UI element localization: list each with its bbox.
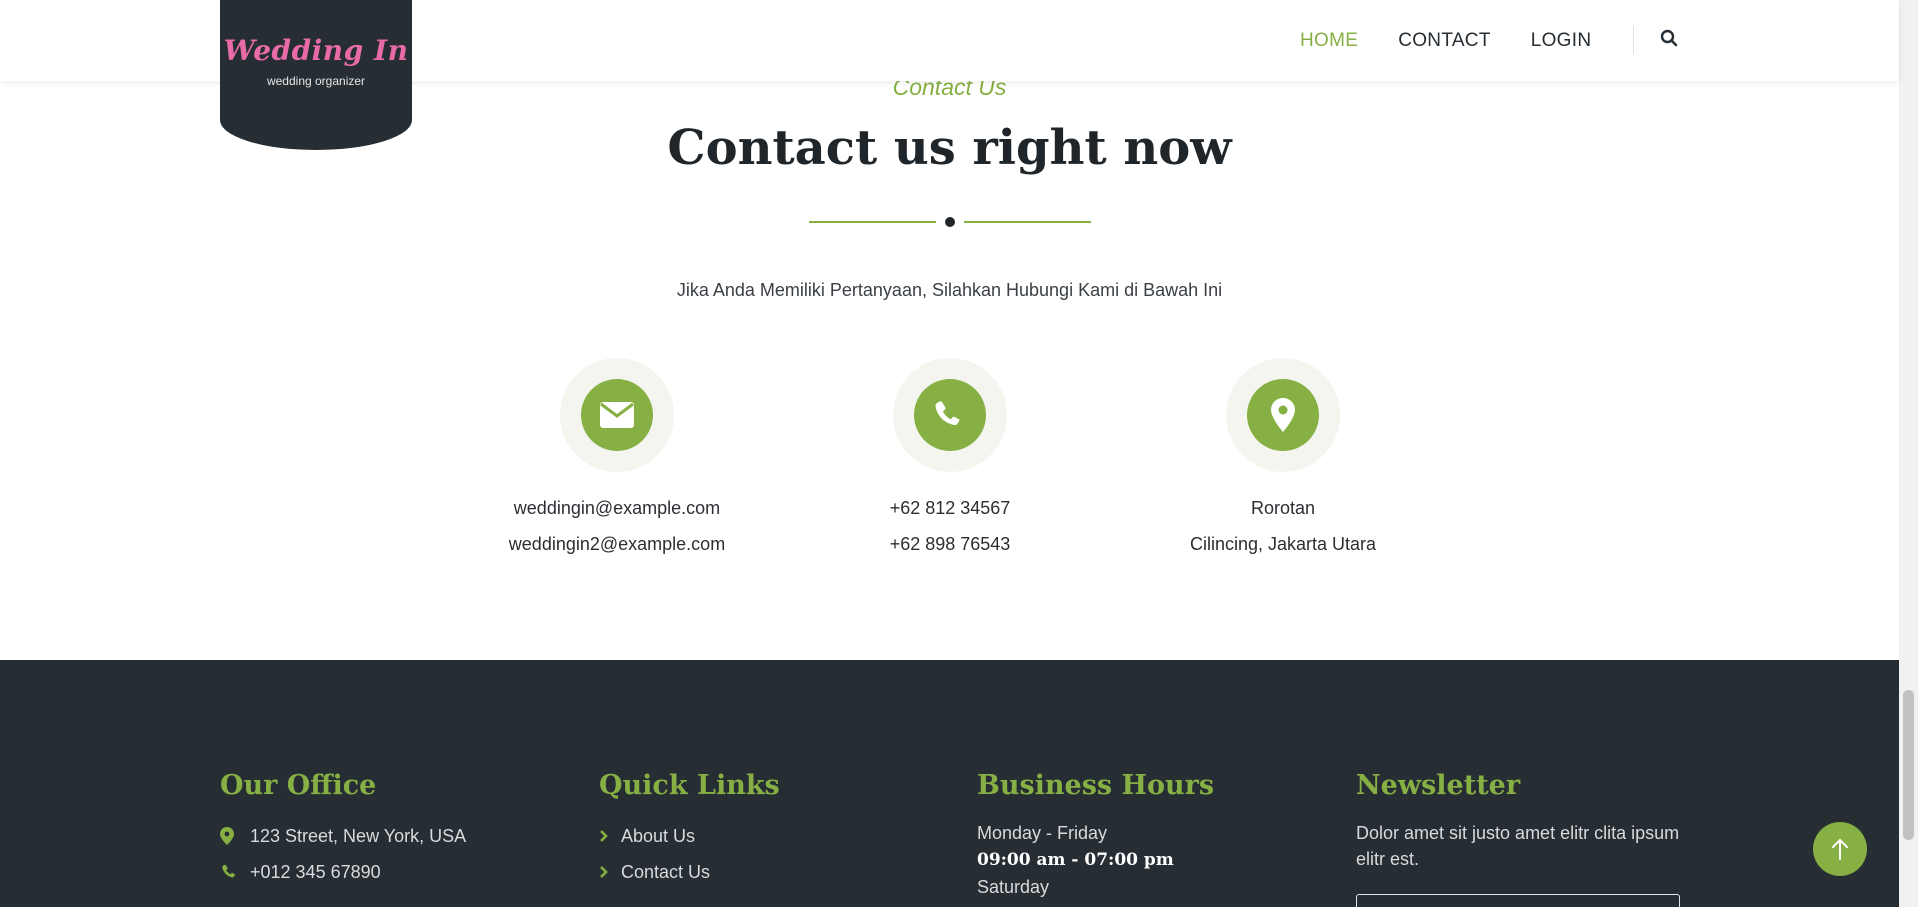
footer-link-about[interactable]: About Us	[599, 818, 929, 854]
contact-email: weddingin@example.com weddingin2@example…	[467, 358, 767, 562]
map-marker-icon	[220, 827, 250, 845]
address-line-2: Cilincing, Jakarta Utara	[1189, 534, 1377, 554]
office-phone-text: +012 345 67890	[250, 861, 381, 882]
logo-title: Wedding In	[223, 34, 409, 67]
logo[interactable]: Wedding In wedding organizer	[220, 0, 412, 150]
scrollbar-thumb[interactable]	[1903, 690, 1914, 840]
footer-quick-links: Quick Links About Us Contact Us	[599, 766, 929, 890]
nav-home[interactable]: HOME	[1300, 30, 1358, 52]
newsletter-text: Dolor amet sit justo amet elitr clita ip…	[1356, 823, 1680, 869]
phone-icon	[220, 863, 250, 881]
office-address: 123 Street, New York, USA	[220, 818, 550, 854]
footer-hours-title: Business Hours	[977, 770, 1215, 801]
footer-hours: Business Hours Monday - Friday 09:00 am …	[977, 766, 1307, 900]
footer-link-about-label[interactable]: About Us	[621, 826, 695, 847]
arrow-up-icon	[1832, 838, 1848, 860]
footer-office: Our Office 123 Street, New York, USA +01…	[220, 766, 550, 890]
footer-newsletter-title: Newsletter	[1356, 770, 1521, 801]
search-icon[interactable]	[1660, 29, 1680, 51]
section-description: Jika Anda Memiliki Pertanyaan, Silahkan …	[676, 280, 1223, 300]
contact-phone: +62 812 34567 +62 898 76543	[800, 358, 1100, 562]
newsletter-email-input[interactable]	[1356, 894, 1680, 907]
chevron-right-icon	[599, 866, 621, 878]
footer: Our Office 123 Street, New York, USA +01…	[0, 660, 1899, 907]
footer-link-contact[interactable]: Contact Us	[599, 854, 929, 890]
nav-contact[interactable]: CONTACT	[1398, 30, 1491, 52]
title-divider	[809, 217, 1091, 227]
scrollbar[interactable]	[1899, 0, 1918, 907]
hours-days-saturday: Saturday	[977, 877, 1050, 897]
address-line-1: Rorotan	[1250, 498, 1316, 518]
back-to-top-button[interactable]	[1813, 822, 1867, 876]
footer-office-title: Our Office	[220, 770, 377, 801]
footer-links-title: Quick Links	[599, 770, 780, 801]
email-primary[interactable]: weddingin@example.com	[467, 490, 767, 526]
email-secondary[interactable]: weddingin2@example.com	[467, 526, 767, 562]
footer-link-contact-label[interactable]: Contact Us	[621, 862, 710, 883]
phone-primary[interactable]: +62 812 34567	[800, 490, 1100, 526]
envelope-icon	[581, 379, 653, 451]
nav-login[interactable]: LOGIN	[1531, 30, 1592, 52]
phone-secondary[interactable]: +62 898 76543	[800, 526, 1100, 562]
office-address-text: 123 Street, New York, USA	[250, 825, 467, 846]
phone-icon	[914, 379, 986, 451]
hours-days: Monday - Friday	[977, 823, 1108, 843]
chevron-right-icon	[599, 830, 621, 842]
map-marker-icon	[1247, 379, 1319, 451]
nav-divider	[1633, 26, 1634, 54]
office-phone: +012 345 67890	[220, 854, 550, 890]
contact-address: Rorotan Cilincing, Jakarta Utara	[1133, 358, 1433, 562]
nav-menu: HOME CONTACT LOGIN	[1300, 0, 1631, 81]
hours-time: 09:00 am - 07:00 pm	[977, 850, 1174, 870]
footer-newsletter: Newsletter Dolor amet sit justo amet eli…	[1356, 766, 1686, 907]
logo-subtitle: wedding organizer	[266, 74, 366, 88]
